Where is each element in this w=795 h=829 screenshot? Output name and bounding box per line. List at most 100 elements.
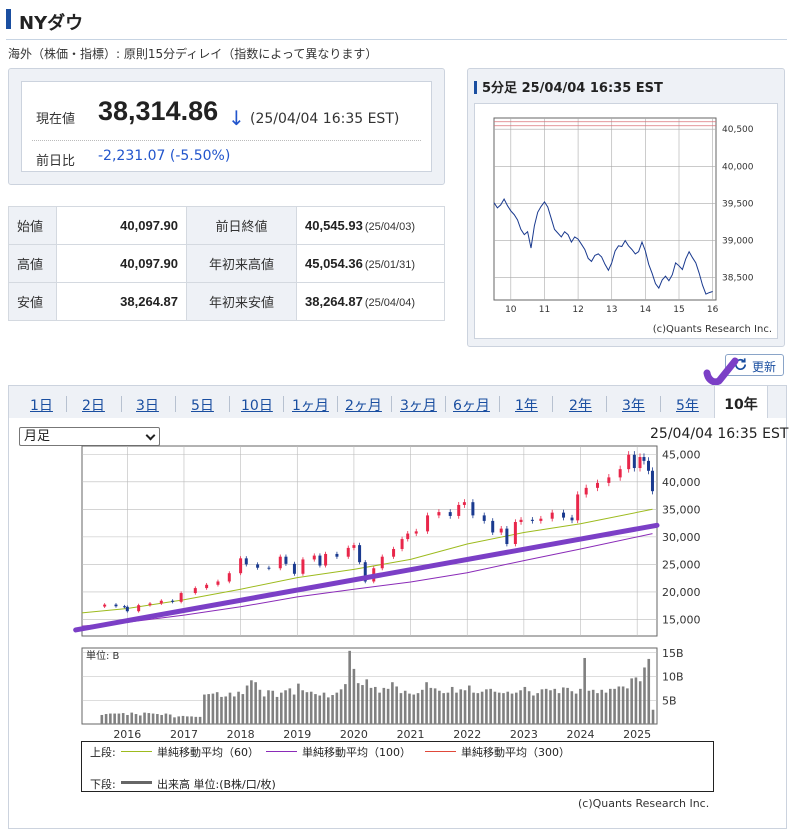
x-tick-label: 2020	[340, 728, 368, 741]
volume-bar	[476, 693, 480, 724]
volume-bar	[489, 688, 492, 724]
volume-bar	[224, 696, 228, 724]
volume-bar	[232, 696, 236, 724]
legend-ma60-swatch	[121, 751, 152, 752]
volume-bar	[591, 689, 595, 724]
candle-body	[380, 556, 384, 569]
volume-bar	[455, 692, 458, 724]
x-tick-label: 2022	[453, 728, 481, 741]
legend-ma300: 単純移動平均（300）	[461, 746, 570, 759]
volume-bar	[104, 714, 108, 724]
candle-body	[216, 581, 220, 585]
candle-body	[301, 559, 305, 574]
volume-bar	[190, 716, 193, 724]
volume-bar	[365, 679, 369, 724]
candle-body	[607, 477, 611, 483]
volume-bar	[651, 709, 655, 724]
volume-bar	[305, 692, 309, 724]
candle-body	[179, 593, 183, 602]
candle-body	[244, 558, 248, 565]
candle-body	[642, 457, 646, 461]
y-tick-label: 20,000	[662, 586, 701, 599]
candle-body	[205, 584, 209, 589]
volume-bar	[322, 692, 326, 724]
volume-bar	[344, 684, 347, 724]
volume-bar	[215, 692, 219, 724]
candle-body	[122, 606, 126, 608]
volume-bar	[267, 690, 270, 724]
volume-bar	[382, 687, 386, 724]
volume-bar	[138, 715, 142, 724]
volume-bar	[309, 691, 313, 724]
volume-bar	[634, 677, 638, 724]
volume-bar	[121, 713, 125, 724]
volume-bar	[596, 693, 599, 724]
volume-bar	[156, 714, 159, 724]
volume-unit-label: 単位: B	[86, 649, 120, 662]
volume-bar	[574, 693, 578, 724]
volume-bar	[386, 688, 390, 724]
volume-bar	[177, 716, 181, 724]
candle-body	[632, 454, 636, 469]
volume-bar	[408, 693, 411, 724]
volume-bar	[395, 686, 398, 724]
volume-bar	[562, 687, 565, 724]
candle-body	[103, 604, 107, 607]
volume-bar	[480, 691, 484, 724]
volume-bar	[433, 688, 437, 724]
candle-body	[278, 556, 282, 569]
volume-bar	[446, 692, 450, 724]
candle-body	[284, 556, 288, 564]
x-tick-label: 2018	[227, 728, 255, 741]
candle-body	[550, 512, 554, 519]
volume-bar	[373, 686, 377, 724]
volume-bar	[442, 693, 445, 724]
volume-bar	[403, 690, 407, 724]
volume-bar	[168, 714, 172, 724]
candle-body	[227, 573, 231, 582]
volume-bar	[549, 690, 552, 724]
volume-bar	[583, 657, 586, 724]
candle-body	[437, 512, 441, 516]
chart-legend: 上段: 単純移動平均（60） 単純移動平均（100） 単純移動平均（300） 下…	[81, 741, 714, 792]
candle-body	[148, 603, 152, 606]
volume-bar	[164, 713, 168, 724]
volume-bar	[275, 696, 279, 724]
volume-bar	[438, 690, 441, 724]
y-tick-label: 15,000	[662, 613, 701, 626]
candle-body	[256, 564, 260, 568]
x-tick-label: 2021	[397, 728, 425, 741]
volume-bar	[467, 685, 471, 724]
volume-bar	[147, 713, 151, 724]
candle-body	[171, 600, 175, 602]
volume-bar	[540, 689, 544, 724]
candle-body	[352, 545, 356, 548]
volume-bar	[348, 650, 351, 724]
volume-bar	[113, 713, 116, 724]
candle-body	[462, 502, 466, 505]
volume-bar	[250, 680, 253, 724]
volume-bar	[109, 713, 112, 724]
y-tick-label: 25,000	[662, 558, 701, 571]
volume-bar	[510, 693, 514, 724]
volume-bar	[566, 687, 569, 724]
candle-body	[448, 512, 452, 516]
legend-ma100: 単純移動平均（100）	[302, 746, 411, 759]
candle-body	[647, 460, 651, 471]
volume-bar	[241, 694, 245, 724]
candle-body	[114, 604, 118, 607]
volume-bar	[604, 692, 608, 724]
candle-body	[426, 515, 430, 532]
volume-bar	[173, 717, 176, 724]
candle-body	[638, 457, 642, 469]
candle-body	[576, 494, 580, 521]
candle-body	[239, 558, 243, 574]
volume-bar	[117, 713, 121, 724]
volume-bar	[532, 695, 535, 724]
candle-body	[292, 563, 296, 574]
candle-body	[392, 548, 396, 557]
volume-bar	[194, 716, 198, 724]
volume-bar	[600, 689, 604, 724]
volume-bar	[318, 695, 322, 724]
volume-bar	[609, 688, 612, 724]
